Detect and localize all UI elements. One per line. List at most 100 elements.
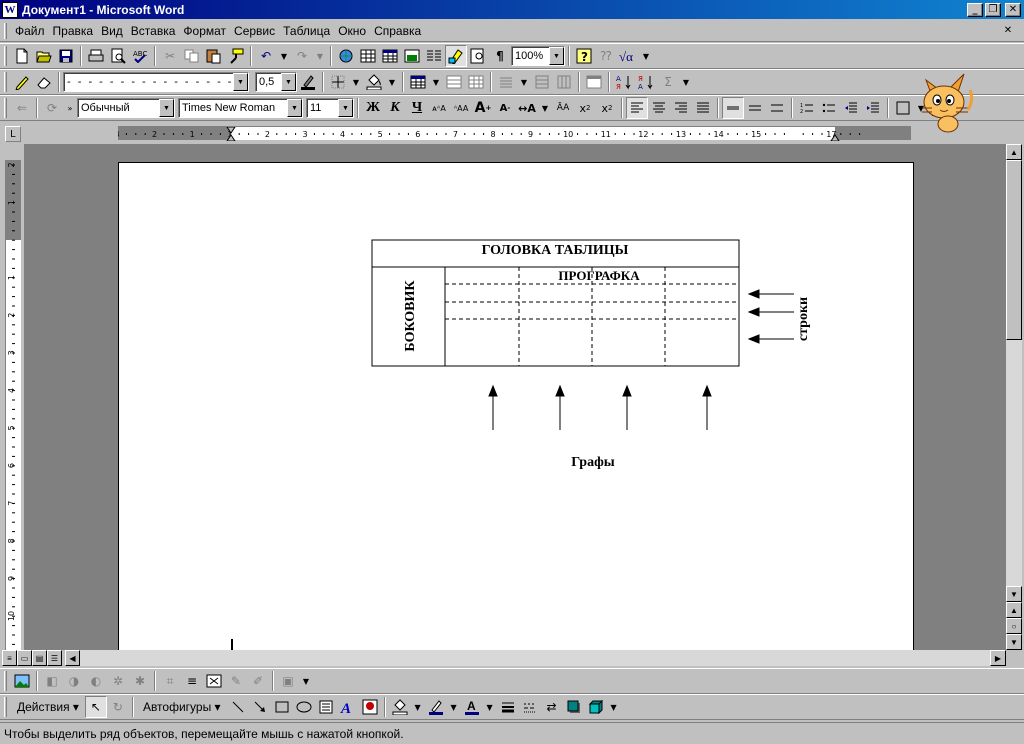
horizontal-ruler[interactable]: 32112345678910111213141517 bbox=[118, 126, 911, 141]
chevron-down-icon[interactable]: ▼ bbox=[159, 99, 174, 117]
chevron-down-icon[interactable]: ▼ bbox=[233, 73, 248, 91]
crop-icon[interactable]: ⌗ bbox=[159, 670, 181, 692]
refresh-icon[interactable]: ⟳ bbox=[41, 97, 63, 119]
restore-button[interactable]: ❐ bbox=[985, 2, 1001, 17]
document-close-icon[interactable]: ✕ bbox=[1000, 24, 1016, 38]
chevron-down-icon[interactable]: ▼ bbox=[338, 99, 353, 117]
help-icon[interactable]: ? bbox=[573, 45, 595, 67]
close-button[interactable]: ✕ bbox=[1005, 2, 1021, 17]
arrow-style-icon[interactable]: ⇄ bbox=[541, 696, 563, 718]
line-spacing-single-icon[interactable] bbox=[722, 97, 744, 119]
merge-cells-icon[interactable] bbox=[443, 71, 465, 93]
fill-color-icon[interactable] bbox=[389, 696, 411, 718]
eraser-icon[interactable] bbox=[33, 71, 55, 93]
scroll-up-button[interactable]: ▲ bbox=[1006, 144, 1022, 160]
borders-dropdown-icon[interactable]: ▼ bbox=[349, 71, 363, 93]
split-cells-icon[interactable] bbox=[465, 71, 487, 93]
align-cell-icon[interactable] bbox=[495, 71, 517, 93]
spacing-dropdown-icon[interactable]: ▼ bbox=[538, 97, 552, 119]
fill-dropdown-icon[interactable]: ▼ bbox=[411, 696, 425, 718]
menu-view[interactable]: Вид bbox=[97, 23, 127, 39]
next-page-button[interactable]: ▼ bbox=[1006, 634, 1022, 650]
print-icon[interactable] bbox=[85, 45, 107, 67]
format-picture-icon[interactable]: ✎ bbox=[225, 670, 247, 692]
font-size-select[interactable]: 11 ▼ bbox=[306, 98, 354, 118]
line-spacing-double-icon[interactable] bbox=[766, 97, 788, 119]
bold-button[interactable]: Ж bbox=[362, 97, 384, 119]
menu-table[interactable]: Таблица bbox=[279, 23, 334, 39]
shading-color-icon[interactable] bbox=[363, 71, 385, 93]
change-case-icon[interactable]: ĀA bbox=[552, 97, 574, 119]
draw-font-color-icon[interactable]: A bbox=[461, 696, 483, 718]
outside-border-icon[interactable] bbox=[892, 97, 914, 119]
normal-view-icon[interactable]: ≡ bbox=[2, 650, 17, 666]
word-app-icon[interactable]: W bbox=[2, 1, 18, 18]
decrease-indent-icon[interactable] bbox=[840, 97, 862, 119]
shrink-font-icon[interactable]: A- bbox=[494, 97, 516, 119]
tables-borders-icon[interactable] bbox=[357, 45, 379, 67]
set-transparent-color-icon[interactable]: ✐ bbox=[247, 670, 269, 692]
insert-table-grid-icon[interactable] bbox=[407, 71, 429, 93]
toolbar-grip[interactable] bbox=[4, 98, 7, 118]
dash-style-icon[interactable] bbox=[519, 696, 541, 718]
toolbar-options-icon[interactable]: ▼ bbox=[607, 696, 621, 718]
bullets-icon[interactable] bbox=[818, 97, 840, 119]
menu-format[interactable]: Формат bbox=[179, 23, 230, 39]
line-style-icon[interactable]: ≡ bbox=[181, 670, 203, 692]
grow-font-icon[interactable]: A + bbox=[472, 97, 494, 119]
character-spacing-icon[interactable]: ↔A bbox=[516, 97, 538, 119]
chevron-down-icon[interactable]: ▼ bbox=[281, 73, 296, 91]
numbering-icon[interactable]: 12 bbox=[796, 97, 818, 119]
office-assistant-cat[interactable] bbox=[912, 70, 978, 136]
shading-dropdown-icon[interactable]: ▼ bbox=[385, 71, 399, 93]
print-preview-icon[interactable] bbox=[107, 45, 129, 67]
format-painter-icon[interactable] bbox=[225, 45, 247, 67]
select-browse-object-button[interactable]: ○ bbox=[1006, 618, 1022, 634]
autoshapes-menu[interactable]: Автофигуры ▾ bbox=[137, 700, 227, 714]
actions-menu[interactable]: Действия ▾ bbox=[11, 700, 85, 714]
image-control-icon[interactable]: ◧ bbox=[41, 670, 63, 692]
print-layout-view-icon[interactable]: ▤ bbox=[32, 650, 47, 666]
3d-icon[interactable] bbox=[585, 696, 607, 718]
toolbar-grip[interactable] bbox=[4, 72, 7, 92]
outline-view-icon[interactable]: ☰ bbox=[47, 650, 62, 666]
align-dropdown-icon[interactable]: ▼ bbox=[517, 71, 531, 93]
draw-font-color-dropdown-icon[interactable]: ▼ bbox=[483, 696, 497, 718]
more-brightness-icon[interactable]: ✲ bbox=[107, 670, 129, 692]
superscript-icon[interactable]: x2 bbox=[574, 97, 596, 119]
show-formatting-icon[interactable]: ¶ bbox=[489, 45, 511, 67]
distribute-columns-icon[interactable] bbox=[553, 71, 575, 93]
table-autoformat-icon[interactable] bbox=[583, 71, 605, 93]
document-map-icon[interactable] bbox=[467, 45, 489, 67]
line-spacing-15-icon[interactable] bbox=[744, 97, 766, 119]
align-left-icon[interactable] bbox=[626, 97, 648, 119]
menu-help[interactable]: Справка bbox=[370, 23, 425, 39]
spelling-icon[interactable]: ABC bbox=[129, 45, 151, 67]
web-layout-view-icon[interactable]: ▭ bbox=[17, 650, 32, 666]
text-wrapping-icon[interactable] bbox=[203, 670, 225, 692]
free-rotate-icon[interactable]: ↻ bbox=[107, 696, 129, 718]
hyperlink-icon[interactable] bbox=[335, 45, 357, 67]
redo-dropdown-icon[interactable]: ▼ bbox=[313, 45, 327, 67]
minimize-button[interactable]: _ bbox=[967, 2, 983, 17]
rectangle-tool-icon[interactable] bbox=[271, 696, 293, 718]
previous-page-button[interactable]: ▲ bbox=[1006, 602, 1022, 618]
save-icon[interactable] bbox=[55, 45, 77, 67]
paste-icon[interactable] bbox=[203, 45, 225, 67]
menu-tools[interactable]: Сервис bbox=[230, 23, 279, 39]
align-right-icon[interactable] bbox=[670, 97, 692, 119]
sort-ascending-icon[interactable]: АЯ bbox=[613, 71, 635, 93]
chevron-down-icon[interactable]: ▼ bbox=[287, 99, 302, 117]
wordart-icon[interactable]: A bbox=[337, 696, 359, 718]
line-color-dropdown-icon[interactable]: ▼ bbox=[447, 696, 461, 718]
menu-file[interactable]: Файл bbox=[11, 23, 49, 39]
line-tool-icon[interactable] bbox=[227, 696, 249, 718]
menu-window[interactable]: Окно bbox=[334, 23, 370, 39]
insert-picture-icon[interactable] bbox=[11, 670, 33, 692]
sort-descending-icon[interactable]: ЯА bbox=[635, 71, 657, 93]
menu-insert[interactable]: Вставка bbox=[127, 23, 180, 39]
menu-edit[interactable]: Правка bbox=[49, 23, 98, 39]
italic-button[interactable]: К bbox=[384, 97, 406, 119]
toolbar-grip[interactable] bbox=[4, 671, 7, 691]
distribute-rows-icon[interactable] bbox=[531, 71, 553, 93]
